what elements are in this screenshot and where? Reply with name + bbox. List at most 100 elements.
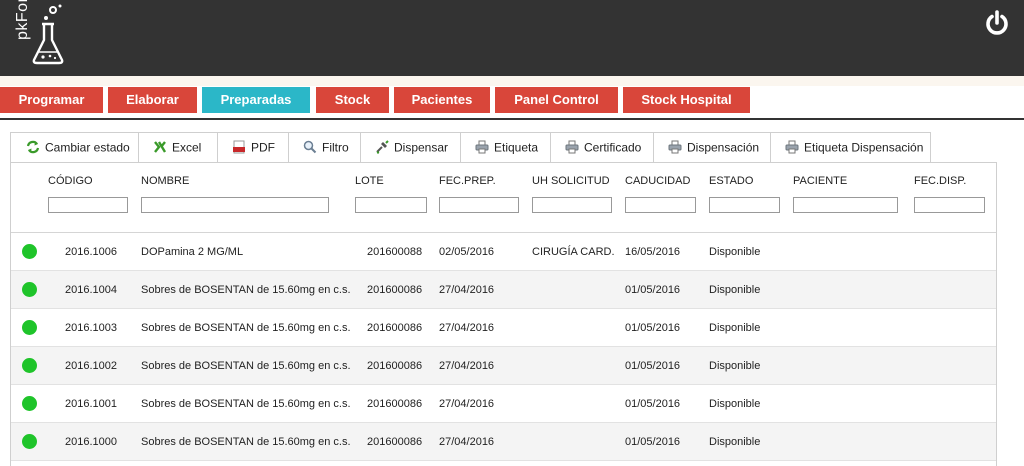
status-dot (22, 396, 37, 411)
filter-codigo-input[interactable] (48, 197, 128, 213)
cell-estado: Disponible (709, 246, 761, 258)
table-row[interactable]: 2016.1002 Sobres de BOSENTAN de 15.60mg … (11, 347, 996, 385)
status-dot (22, 244, 37, 259)
magnifier-icon (303, 140, 317, 154)
cell-nombre: Sobres de BOSENTAN de 15.60mg en c.s.p. (141, 284, 351, 296)
cell-nombre: DOPamina 2 MG/ML (141, 246, 244, 258)
cell-estado: Disponible (709, 284, 761, 296)
col-header-codigo[interactable]: CÓDIGO (48, 175, 93, 187)
cell-codigo: 2016.1002 (65, 360, 117, 372)
col-header-nombre[interactable]: NOMBRE (141, 175, 189, 187)
dispensation-label-button[interactable]: Etiqueta Dispensación (771, 133, 930, 162)
tab-elaborar[interactable]: Elaborar (108, 87, 197, 113)
action-toolbar: Cambiar estado Excel PDF Filtro Dispensa… (10, 132, 931, 162)
col-header-uh-solicitud[interactable]: UH SOLICITUD (532, 175, 610, 187)
filter-nombre-input[interactable] (141, 197, 329, 213)
cell-codigo: 2016.1006 (65, 246, 117, 258)
cell-uh-solicitud (532, 309, 616, 347)
filter-button[interactable]: Filtro (289, 133, 361, 162)
tab-panel-control[interactable]: Panel Control (495, 87, 618, 113)
excel-label: Excel (172, 140, 202, 155)
cell-fec-prep: 27/04/2016 (439, 398, 495, 410)
cell-lote: 201600088 (367, 246, 423, 258)
col-header-caducidad[interactable]: CADUCIDAD (625, 175, 690, 187)
certificate-label: Certificado (584, 140, 642, 155)
cell-nombre: Sobres de BOSENTAN de 15.60mg en c.s.p. (141, 360, 351, 372)
dispense-button[interactable]: Dispensar (361, 133, 461, 162)
app-header: pkForm (0, 0, 1024, 76)
col-header-fec-disp[interactable]: FEC.DISP. (914, 175, 966, 187)
printer-icon (565, 140, 579, 154)
cell-fec-prep: 27/04/2016 (439, 284, 495, 296)
cell-lote: 201600086 (367, 436, 423, 448)
table-row[interactable]: 2016.1006 DOPamina 2 MG/ML 201600088 02/… (11, 233, 996, 271)
filter-label: Filtro (322, 140, 349, 155)
filter-paciente-input[interactable] (793, 197, 898, 213)
cell-fec-prep: 27/04/2016 (439, 360, 495, 372)
cell-nombre: Sobres de BOSENTAN de 15.60mg en c.s.p. (141, 322, 351, 334)
table-row[interactable]: 2016.1004 Sobres de BOSENTAN de 15.60mg … (11, 271, 996, 309)
col-header-fec-prep[interactable]: FEC.PREP. (439, 175, 496, 187)
status-dot (22, 282, 37, 297)
cell-caducidad: 01/05/2016 (625, 284, 681, 296)
cell-caducidad: 01/05/2016 (625, 322, 681, 334)
status-dot (22, 358, 37, 373)
cell-estado: Disponible (709, 360, 761, 372)
cell-uh-solicitud (532, 385, 616, 423)
table-row[interactable]: 2016.1001 Sobres de BOSENTAN de 15.60mg … (11, 385, 996, 423)
excel-icon (154, 141, 167, 153)
filter-estado-input[interactable] (709, 197, 780, 213)
table-row[interactable]: 2016.1000 Sobres de BOSENTAN de 15.60mg … (11, 423, 996, 461)
tab-stock-hospital[interactable]: Stock Hospital (623, 87, 750, 113)
tab-stock[interactable]: Stock (316, 87, 389, 113)
certificate-button[interactable]: Certificado (551, 133, 654, 162)
col-header-lote[interactable]: LOTE (355, 175, 384, 187)
cell-uh-solicitud (532, 347, 616, 385)
tab-programar[interactable]: Programar (0, 87, 103, 113)
col-header-paciente[interactable]: PACIENTE (793, 175, 847, 187)
cell-uh-solicitud (532, 423, 616, 461)
cell-estado: Disponible (709, 436, 761, 448)
cell-lote: 201600086 (367, 322, 423, 334)
pdf-icon (233, 140, 245, 154)
cell-fec-prep: 02/05/2016 (439, 246, 495, 258)
app-logo[interactable]: pkForm (10, 0, 70, 72)
filter-lote-input[interactable] (355, 197, 427, 213)
nav-divider (0, 118, 1024, 120)
pdf-label: PDF (251, 140, 275, 155)
filter-caducidad-input[interactable] (625, 197, 696, 213)
table-row[interactable]: 2016.1003 Sobres de BOSENTAN de 15.60mg … (11, 309, 996, 347)
power-icon[interactable] (984, 10, 1010, 36)
cell-fec-prep: 27/04/2016 (439, 322, 495, 334)
cell-codigo: 2016.1001 (65, 398, 117, 410)
printer-icon (668, 140, 682, 154)
cell-nombre: Sobres de BOSENTAN de 15.60mg en c.s.p. (141, 436, 351, 448)
header-subbar (0, 76, 1024, 86)
dispensation-label: Dispensación (687, 140, 760, 155)
filter-uh-solicitud-input[interactable] (532, 197, 612, 213)
excel-button[interactable]: Excel (139, 133, 218, 162)
tab-pacientes[interactable]: Pacientes (394, 87, 490, 113)
cell-codigo: 2016.1003 (65, 322, 117, 334)
cell-uh-solicitud (532, 271, 616, 309)
label-label: Etiqueta (494, 140, 539, 155)
dispense-label: Dispensar (394, 140, 449, 155)
pdf-button[interactable]: PDF (218, 133, 289, 162)
dispensation-button[interactable]: Dispensación (654, 133, 771, 162)
label-button[interactable]: Etiqueta (461, 133, 551, 162)
tab-preparadas[interactable]: Preparadas (202, 87, 310, 113)
filter-fec-disp-input[interactable] (914, 197, 985, 213)
cell-lote: 201600086 (367, 284, 423, 296)
change-status-button[interactable]: Cambiar estado (11, 133, 139, 162)
filter-fec-prep-input[interactable] (439, 197, 519, 213)
col-header-estado[interactable]: ESTADO (709, 175, 753, 187)
cell-lote: 201600086 (367, 360, 423, 372)
change-status-label: Cambiar estado (45, 140, 130, 155)
printer-icon (785, 140, 799, 154)
refresh-icon (26, 140, 40, 154)
cell-codigo: 2016.1000 (65, 436, 117, 448)
cell-caducidad: 16/05/2016 (625, 246, 681, 258)
cell-estado: Disponible (709, 398, 761, 410)
flask-icon (32, 4, 64, 65)
printer-icon (475, 140, 489, 154)
